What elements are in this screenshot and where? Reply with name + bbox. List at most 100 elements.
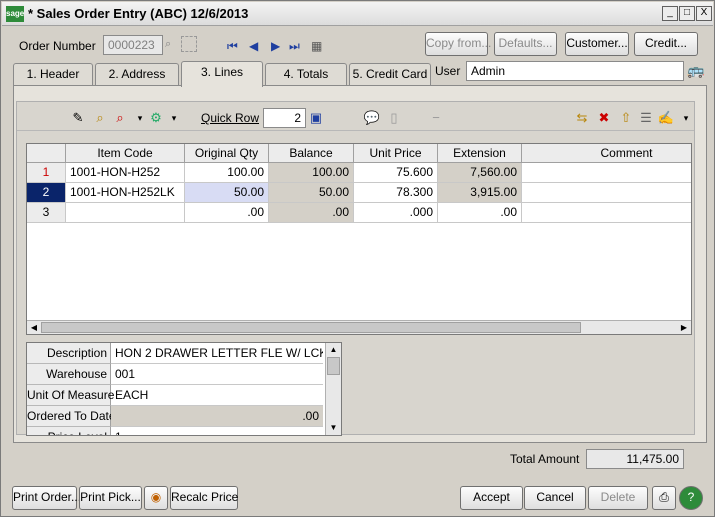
user-label: User: [435, 64, 461, 78]
credit-button[interactable]: Credit...: [634, 32, 698, 56]
minus-icon: −: [432, 110, 440, 125]
chevron-down-icon[interactable]: ▾: [165, 109, 183, 127]
cell-unit-price[interactable]: 75.600: [354, 163, 438, 183]
grid-settings-icon[interactable]: ▣: [307, 109, 325, 127]
column-header-unit-price[interactable]: Unit Price: [354, 144, 438, 163]
column-header-original-qty[interactable]: Original Qty: [185, 144, 269, 163]
copy-from-button[interactable]: Copy from...: [425, 32, 491, 56]
tab-credit-card[interactable]: 5. Credit Card: [349, 63, 431, 85]
cell-unit-price[interactable]: .000: [354, 203, 438, 223]
print-pick-button[interactable]: Print Pick...: [79, 486, 142, 510]
binoculars-icon[interactable]: ⌕: [91, 109, 109, 127]
sales-order-entry-window: sage * Sales Order Entry (ABC) 12/6/2013…: [0, 0, 715, 517]
scroll-thumb[interactable]: [41, 322, 581, 333]
grid-corner: [27, 144, 66, 163]
close-button[interactable]: X: [696, 6, 712, 21]
scroll-left-icon[interactable]: ◀: [27, 321, 41, 334]
detail-label: Warehouse: [27, 364, 111, 385]
delete-button[interactable]: Delete: [588, 486, 648, 510]
detail-label: Unit Of Measure: [27, 385, 114, 406]
grid-horizontal-scrollbar[interactable]: ◀ ▶: [27, 320, 691, 334]
tab-header[interactable]: 1. Header: [13, 63, 93, 85]
cell-item-code[interactable]: [66, 203, 185, 223]
bus-icon[interactable]: 🚌: [687, 62, 704, 79]
row-up-icon[interactable]: ⇧: [617, 109, 635, 127]
next-order-icon[interactable]: [181, 36, 197, 52]
lines-grid[interactable]: Item Code Original Qty Balance Unit Pric…: [26, 143, 692, 335]
browse-icon[interactable]: ▦: [311, 39, 322, 53]
scroll-right-icon[interactable]: ▶: [677, 321, 691, 334]
detail-value-price-level[interactable]: 1: [111, 427, 323, 435]
scroll-up-icon[interactable]: ▲: [326, 343, 341, 357]
row-number[interactable]: 1: [27, 163, 66, 183]
first-record-icon[interactable]: ⏮: [227, 39, 238, 54]
order-lookup-icon[interactable]: ⌕: [165, 38, 171, 51]
column-header-extension[interactable]: Extension: [438, 144, 522, 163]
detail-value-ordered-to-date: .00: [111, 406, 323, 427]
item-options-icon[interactable]: ⚙: [147, 109, 165, 127]
window-title: * Sales Order Entry (ABC) 12/6/2013: [28, 6, 249, 21]
cell-comment[interactable]: [522, 203, 691, 223]
detail-vertical-scrollbar[interactable]: ▲ ▼: [325, 343, 341, 435]
previous-record-icon[interactable]: ◀: [249, 39, 258, 53]
cell-balance: .00: [269, 203, 354, 223]
quick-row-input[interactable]: 2: [263, 108, 306, 128]
next-record-icon[interactable]: ▶: [271, 39, 280, 53]
defaults-button[interactable]: Defaults...: [494, 32, 557, 56]
color-wheel-icon[interactable]: ◉: [144, 486, 168, 510]
detail-label: Price Level: [27, 427, 111, 435]
quick-row-label: Quick Row: [201, 111, 260, 125]
delete-row-icon[interactable]: ✖: [595, 109, 613, 127]
user-field[interactable]: Admin: [466, 61, 684, 81]
cell-item-code[interactable]: 1001-HON-H252LK: [66, 183, 185, 203]
cell-extension: 3,915.00: [438, 183, 522, 203]
sage-logo-icon: sage: [6, 6, 24, 22]
cell-comment[interactable]: [522, 183, 691, 203]
tab-totals[interactable]: 4. Totals: [265, 63, 347, 85]
row-number[interactable]: 3: [27, 203, 66, 223]
cell-balance: 50.00: [269, 183, 354, 203]
minimize-button[interactable]: _: [662, 6, 678, 21]
help-icon[interactable]: ?: [679, 486, 703, 510]
cell-original-qty[interactable]: 100.00: [185, 163, 269, 183]
cell-comment[interactable]: [522, 163, 691, 183]
detail-label: Description: [27, 343, 111, 364]
blank-icon: ▯: [390, 110, 398, 125]
binoculars-red-icon[interactable]: ⌕: [111, 109, 129, 127]
detail-value-description[interactable]: HON 2 DRAWER LETTER FLE W/ LCK: [111, 343, 323, 364]
tab-address[interactable]: 2. Address: [95, 63, 179, 85]
maximize-button[interactable]: □: [679, 6, 695, 21]
pencil-icon[interactable]: ✎: [69, 109, 87, 127]
cell-original-qty[interactable]: .00: [185, 203, 269, 223]
total-amount-label: Total Amount: [510, 452, 580, 466]
column-header-item-code[interactable]: Item Code: [66, 144, 185, 163]
column-header-balance[interactable]: Balance: [269, 144, 354, 163]
detail-value-warehouse[interactable]: 001: [111, 364, 323, 385]
cancel-button[interactable]: Cancel: [524, 486, 586, 510]
recalc-price-button[interactable]: Recalc Price: [170, 486, 238, 510]
row-list-icon[interactable]: ☰: [637, 109, 655, 127]
last-record-icon[interactable]: ⏭: [289, 39, 300, 54]
print-order-button[interactable]: Print Order...: [12, 486, 81, 510]
cell-balance: 100.00: [269, 163, 354, 183]
accept-button[interactable]: Accept: [460, 486, 523, 510]
row-number[interactable]: 2: [27, 183, 66, 203]
customer-button[interactable]: Customer...: [565, 32, 629, 56]
title-bar: sage * Sales Order Entry (ABC) 12/6/2013…: [2, 2, 713, 26]
detail-value-unit-of-measure[interactable]: EACH: [111, 385, 323, 406]
scroll-down-icon[interactable]: ▼: [326, 421, 341, 435]
row-edit-icon[interactable]: ✍: [657, 109, 675, 127]
cell-original-qty[interactable]: 50.00: [185, 183, 269, 203]
order-number-field[interactable]: 0000223: [103, 35, 163, 55]
insert-row-icon[interactable]: ⇆: [573, 109, 591, 127]
printer-icon[interactable]: ⎙: [652, 486, 676, 510]
cell-extension: 7,560.00: [438, 163, 522, 183]
tab-lines[interactable]: 3. Lines: [181, 61, 263, 87]
order-number-label: Order Number: [19, 39, 96, 53]
comment-icon[interactable]: 💬: [363, 109, 381, 127]
scroll-thumb[interactable]: [327, 357, 340, 375]
cell-item-code[interactable]: 1001-HON-H252: [66, 163, 185, 183]
column-header-comment[interactable]: Comment: [522, 144, 691, 163]
chevron-down-icon[interactable]: ▾: [677, 109, 695, 127]
cell-unit-price[interactable]: 78.300: [354, 183, 438, 203]
